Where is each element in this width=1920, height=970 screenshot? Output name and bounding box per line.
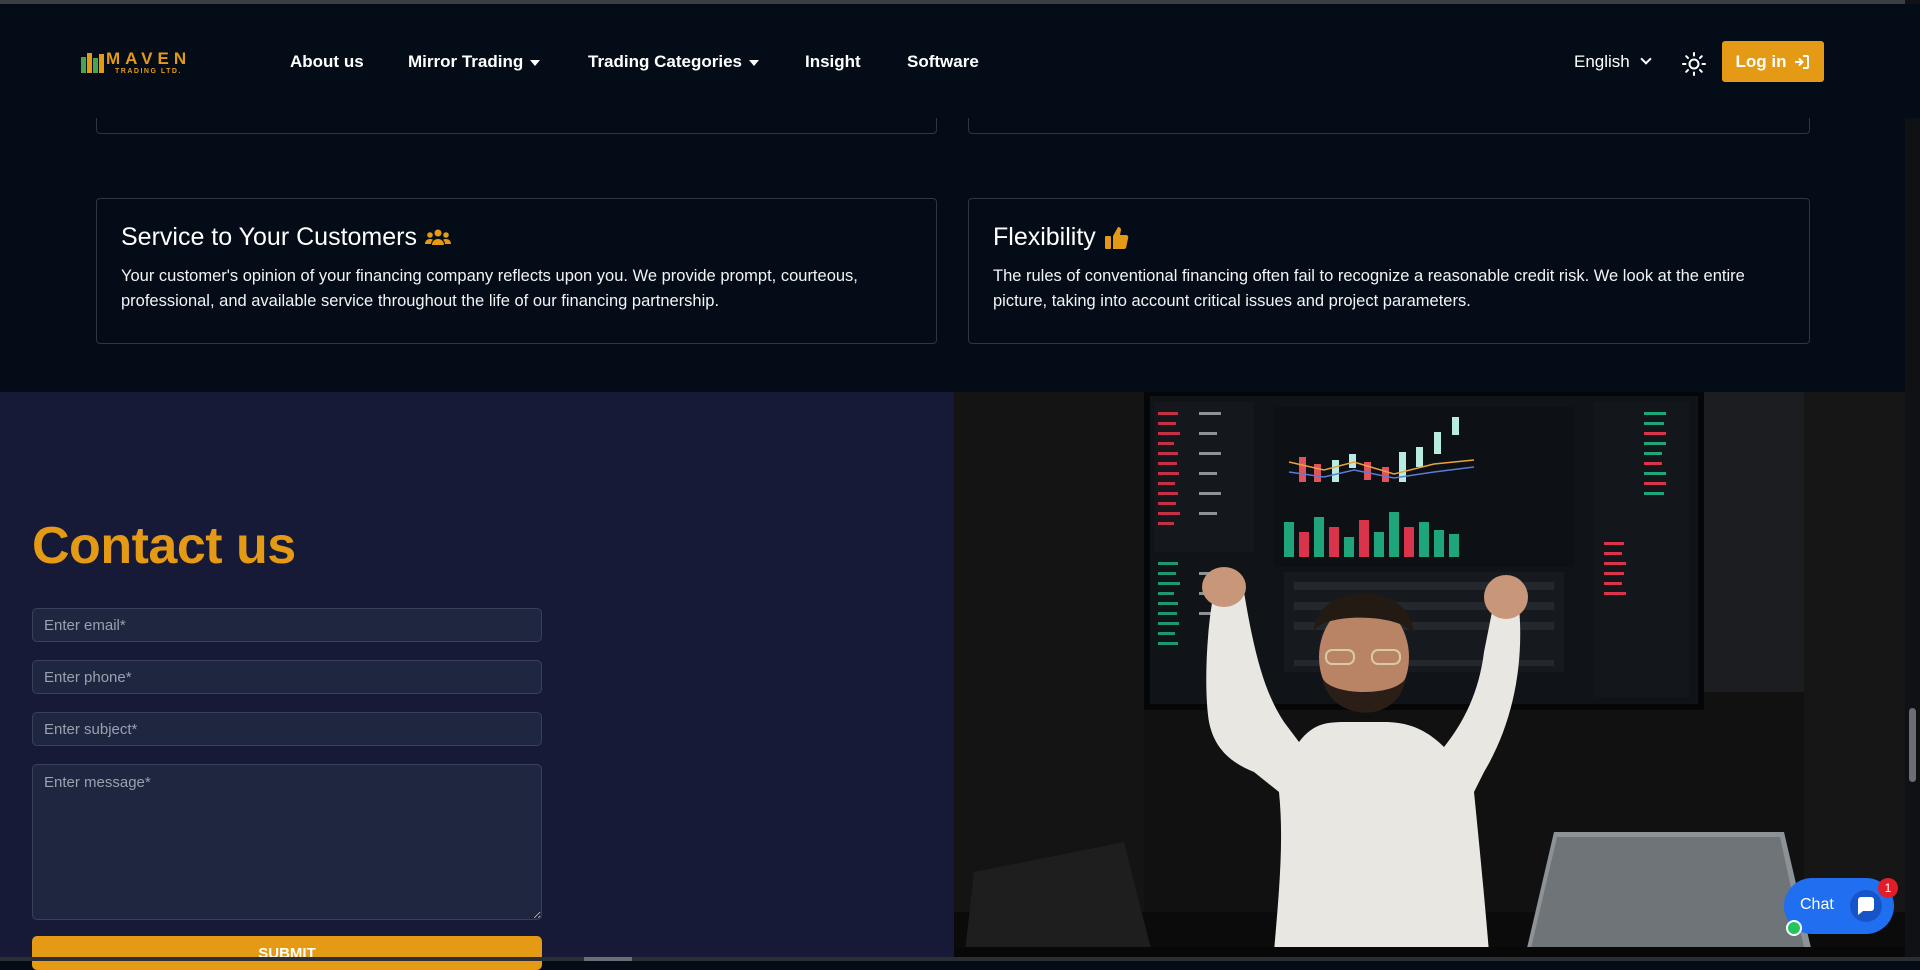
trader-photo xyxy=(954,392,1905,961)
feature-title: Flexibility xyxy=(993,223,1130,252)
subject-field[interactable] xyxy=(32,712,542,746)
sun-icon[interactable] xyxy=(1682,52,1706,76)
chat-bubble-icon xyxy=(1850,890,1882,922)
submit-button[interactable]: SUBMIT xyxy=(32,936,542,970)
language-label: English xyxy=(1574,52,1630,71)
language-selector[interactable]: English xyxy=(1574,52,1652,72)
email-field[interactable] xyxy=(32,608,542,642)
login-label: Log in xyxy=(1735,51,1787,71)
chat-unread-badge: 1 xyxy=(1878,878,1898,898)
nav-trading-categories[interactable]: Trading Categories xyxy=(588,52,759,72)
vertical-scrollbar[interactable] xyxy=(1905,0,1920,961)
feature-description: Your customer's opinion of your financin… xyxy=(121,267,858,310)
phone-field[interactable] xyxy=(32,660,542,694)
horizontal-scrollbar-thumb[interactable] xyxy=(584,957,632,961)
caret-down-icon xyxy=(530,59,541,66)
login-button[interactable]: Log in xyxy=(1722,41,1824,82)
nav-insight-label: Insight xyxy=(805,52,861,71)
site-header: MAVEN TRADING LTD. About us Mirror Tradi… xyxy=(0,4,1920,118)
feature-title-text: Flexibility xyxy=(993,223,1096,251)
chevron-down-icon xyxy=(1640,53,1652,65)
scrollbar-thumb[interactable] xyxy=(1909,708,1916,782)
nav-about-us-label: About us xyxy=(290,52,364,71)
nav-software-label: Software xyxy=(907,52,979,71)
feature-title: Service to Your Customers xyxy=(121,223,451,252)
contact-section: Contact us SUBMIT xyxy=(0,392,954,970)
caret-down-icon xyxy=(748,59,759,66)
nav-mirror-trading-label: Mirror Trading xyxy=(408,52,524,71)
feature-description: The rules of conventional financing ofte… xyxy=(993,267,1745,310)
brand-name: MAVEN xyxy=(106,49,192,68)
sign-in-icon xyxy=(1795,54,1810,69)
chat-button[interactable]: Chat 1 xyxy=(1784,878,1898,936)
online-status-dot xyxy=(1786,920,1802,936)
feature-card-flexibility: Flexibility The rules of conventional fi… xyxy=(968,198,1810,344)
trader-celebrating-image xyxy=(954,392,1905,961)
nav-about-us[interactable]: About us xyxy=(290,52,364,72)
chat-label: Chat xyxy=(1800,896,1834,913)
feature-title-text: Service to Your Customers xyxy=(121,223,417,251)
brand-tagline: TRADING LTD. xyxy=(115,68,182,75)
nav-insight[interactable]: Insight xyxy=(805,52,861,72)
thumbs-up-icon xyxy=(1104,226,1129,249)
users-icon xyxy=(424,229,451,245)
nav-mirror-trading[interactable]: Mirror Trading xyxy=(408,52,541,72)
logo-bars-icon xyxy=(81,53,104,73)
contact-title: Contact us xyxy=(32,517,296,575)
nav-trading-categories-label: Trading Categories xyxy=(588,52,742,71)
message-field[interactable] xyxy=(32,764,542,920)
horizontal-scrollbar[interactable] xyxy=(0,957,1920,961)
feature-card-service: Service to Your Customers Your customer'… xyxy=(96,198,937,344)
nav-software[interactable]: Software xyxy=(907,52,979,72)
brand-logo[interactable]: MAVEN TRADING LTD. xyxy=(80,47,200,81)
